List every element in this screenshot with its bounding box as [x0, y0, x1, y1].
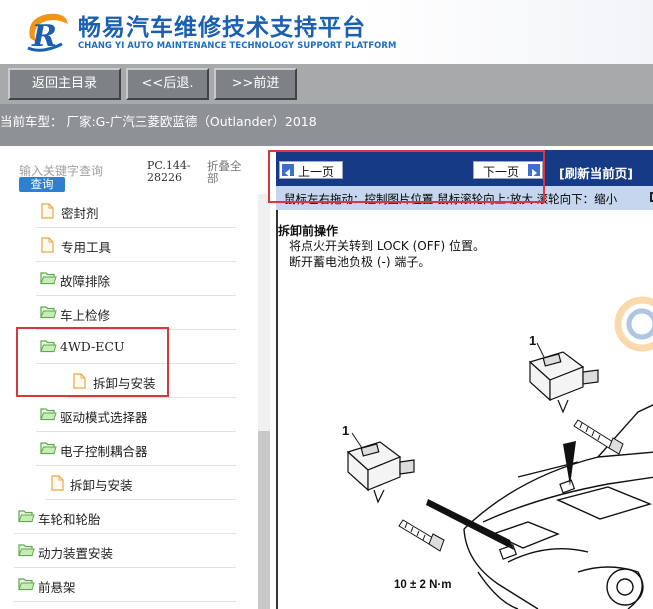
tree-item-front-suspension[interactable]: 前悬架: [14, 568, 236, 602]
tree-item-label: 专用工具: [61, 240, 112, 255]
tree-item-wheels-tires[interactable]: 车轮和轮胎: [14, 500, 236, 534]
tree-item-powertrain-mount[interactable]: 动力装置安装: [14, 534, 236, 568]
tree-item-troubleshooting[interactable]: 故障排除: [36, 262, 236, 296]
cy-logo-icon: R: [27, 13, 69, 54]
viewer-toolbar: 上一页 下一页 [刷新当前页]: [276, 150, 653, 186]
search-button[interactable]: 查询: [19, 177, 65, 192]
ecu-unit-left: [346, 441, 415, 504]
folder-open-icon: [40, 442, 57, 455]
tree-item-4wd-ecu[interactable]: 4WD-ECU: [36, 330, 236, 364]
procedure-step-1: 将点火开关转到 LOCK (OFF) 位置。: [289, 239, 486, 253]
tree-item-label: 故障排除: [60, 274, 111, 289]
procedure-step-2: 断开蓄电池负极 (-) 端子。: [289, 255, 431, 269]
next-page-label: 下一页: [483, 165, 520, 179]
document-icon: [73, 373, 86, 389]
back-button[interactable]: <<后退.: [126, 68, 209, 100]
document-icon: [41, 203, 54, 219]
sidebar: 输入关键字查询 查询 PC.144-28226 折叠全部 密封剂 专用工具 故障…: [0, 146, 270, 609]
header: R 畅易汽车维修技术支持平台 CHANG YI AUTO MAINTENANCE…: [0, 0, 653, 64]
tree-item-drive-mode-selector[interactable]: 驱动模式选择器: [36, 398, 236, 432]
removal-diagram[interactable]: 1 1 10 ± 2 N·m: [278, 272, 653, 609]
arrow-left-icon: [282, 164, 294, 177]
nav-toolbar: 返回主目录 <<后退. >>前进: [0, 64, 653, 104]
tree-item-coupling-removal[interactable]: 拆卸与安装: [46, 466, 236, 500]
pc-code: PC.144-28226: [147, 159, 191, 184]
current-model-text: 当前车型： 厂家:G-广汽三菱欧蓝德（Outlander）2018: [0, 114, 317, 129]
tree-item-label: 动力装置安装: [38, 546, 114, 561]
callout-1-left: 1: [342, 423, 349, 438]
car-info-bar: 当前车型： 厂家:G-广汽三菱欧蓝德（Outlander）2018: [0, 104, 653, 146]
watermark-logo: [614, 296, 653, 352]
next-page-button[interactable]: 下一页: [473, 161, 543, 179]
divider: [14, 601, 236, 602]
app-window: { "header": { "title_cn": "畅易汽车维修技术支持平台"…: [0, 0, 653, 609]
document-viewer: 上一页 下一页 [刷新当前页] 鼠标左右拖动：控制图片位置 鼠标滚轮向上:放大 …: [270, 146, 653, 609]
manual-page: 拆卸前操作 将点火开关转到 LOCK (OFF) 位置。 断开蓄电池负极 (-)…: [276, 210, 653, 609]
folder-open-icon: [40, 408, 57, 421]
tree-item-4wd-ecu-removal[interactable]: 拆卸与安装: [68, 364, 236, 398]
app-title: 畅易汽车维修技术支持平台: [78, 15, 366, 41]
tree-item-label: 4WD-ECU: [60, 339, 125, 354]
prev-page-button[interactable]: 上一页: [279, 161, 343, 179]
folder-open-icon: [18, 544, 35, 557]
tree-item-label: 驱动模式选择器: [60, 410, 148, 425]
viewer-hint-text: 鼠标左右拖动：控制图片位置 鼠标滚轮向上:放大 滚轮向下：缩小: [284, 192, 618, 206]
folder-open-icon: [40, 340, 57, 353]
tree-item-special-tools[interactable]: 专用工具: [36, 228, 236, 262]
home-button[interactable]: 返回主目录: [8, 68, 121, 100]
forward-button[interactable]: >>前进: [214, 68, 297, 100]
refresh-page-link[interactable]: [刷新当前页]: [559, 163, 633, 182]
tree-item-on-vehicle-inspection[interactable]: 车上检修: [36, 296, 236, 330]
bolt-left: [398, 519, 445, 552]
tree-item-label: 电子控制耦合器: [60, 444, 148, 459]
tree-item-label: 拆卸与安装: [93, 376, 156, 391]
folder-open-icon: [40, 306, 57, 319]
ecu-unit-top: [528, 351, 599, 414]
tree-item-label: 车上检修: [60, 308, 111, 323]
tree-item-label: 前悬架: [38, 580, 76, 595]
viewer-hint-bar: 鼠标左右拖动：控制图片位置 鼠标滚轮向上:放大 滚轮向下：缩小: [276, 186, 653, 210]
document-icon: [51, 475, 64, 491]
vehicle-outline: [463, 404, 653, 609]
tree-item-label: 拆卸与安装: [70, 478, 133, 493]
tree-item-label: 车轮和轮胎: [38, 512, 101, 527]
arrow-right-icon: [528, 164, 540, 177]
document-icon: [41, 237, 54, 253]
tree-item-label: 密封剂: [61, 206, 99, 221]
folder-open-icon: [18, 510, 35, 523]
collapse-all-button[interactable]: 折叠全部: [207, 160, 247, 184]
folder-open-icon: [40, 272, 57, 285]
folder-open-icon: [18, 578, 35, 591]
tree-item-sealant[interactable]: 密封剂: [36, 194, 236, 228]
app-subtitle: CHANG YI AUTO MAINTENANCE TECHNOLOGY SUP…: [78, 40, 397, 50]
callout-1-top: 1: [529, 333, 536, 348]
prev-page-label: 上一页: [298, 165, 335, 179]
tree-item-electronic-coupling[interactable]: 电子控制耦合器: [36, 432, 236, 466]
sidebar-scroll-thumb[interactable]: [258, 431, 270, 609]
torque-spec-label: 10 ± 2 N·m: [394, 579, 451, 591]
